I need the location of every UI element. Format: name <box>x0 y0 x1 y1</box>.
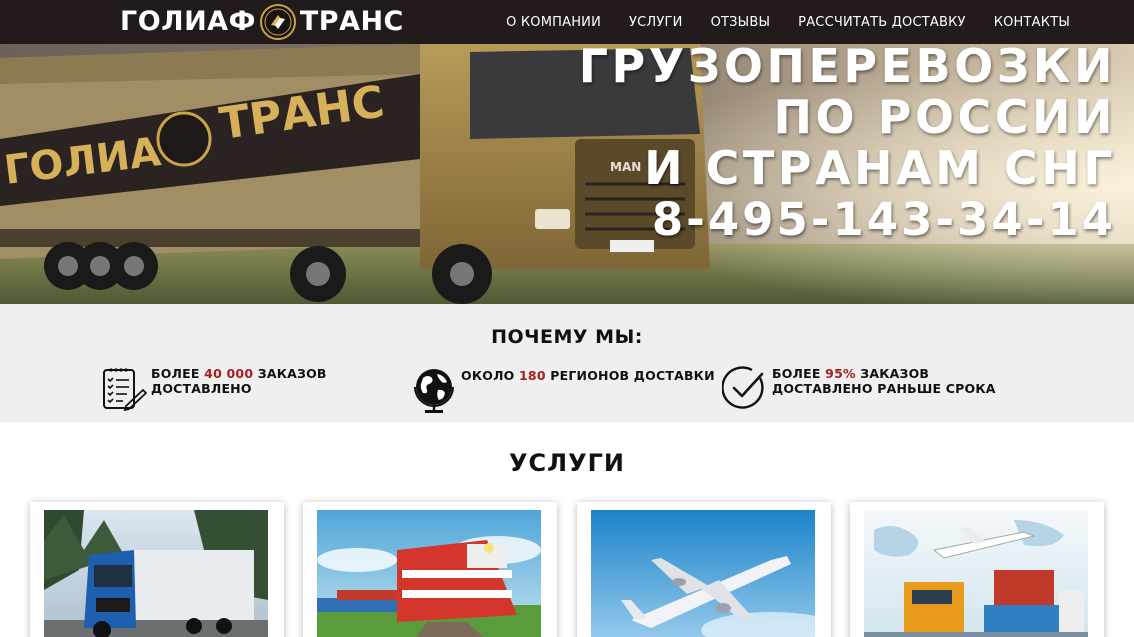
logo-text-left: ГОЛИАФ <box>120 6 256 37</box>
airplane-photo <box>591 510 815 637</box>
globe-icon <box>414 369 454 413</box>
why-us-section: ПОЧЕМУ МЫ: БОЛЕЕ 40 000 ЗАКАЗОВ ДОСТАВЛЕ… <box>0 304 1134 422</box>
site-header: ГОЛИАФ ТРАНС О КОМПАНИИ УСЛУГИ ОТЗЫВЫ РА… <box>0 0 1134 44</box>
hero-headline: ГРУЗОПЕРЕВОЗКИ ПО РОССИИ И СТРАНАМ СНГ 8… <box>579 44 1116 246</box>
main-nav: О КОМПАНИИ УСЛУГИ ОТЗЫВЫ РАССЧИТАТЬ ДОСТ… <box>506 0 1070 44</box>
checklist-icon <box>103 368 147 412</box>
nav-services[interactable]: УСЛУГИ <box>629 15 683 30</box>
feature-orders: БОЛЕЕ 40 000 ЗАКАЗОВ ДОСТАВЛЕНО <box>101 366 327 412</box>
feature-regions-text: ОКОЛО 180 РЕГИОНОВ ДОСТАВКИ <box>461 368 715 383</box>
truck-road-photo <box>44 510 268 637</box>
multimodal-photo <box>864 510 1088 637</box>
nav-calculate-delivery[interactable]: РАССЧИТАТЬ ДОСТАВКУ <box>798 15 966 30</box>
feature-orders-highlight: 40 000 <box>204 366 254 381</box>
service-card-road[interactable] <box>30 502 284 637</box>
feature-regions: ОКОЛО 180 РЕГИОНОВ ДОСТАВКИ <box>413 366 715 414</box>
service-card-air[interactable] <box>577 502 831 637</box>
nav-reviews[interactable]: ОТЗЫВЫ <box>711 15 771 30</box>
hero-line-1: ГРУЗОПЕРЕВОЗКИ <box>578 44 1116 93</box>
feature-early-delivery: БОЛЕЕ 95% ЗАКАЗОВ ДОСТАВЛЕНО РАНЬШЕ СРОК… <box>722 366 996 410</box>
hero-banner: ГОЛИАФ ТРАНС MAN ГРУЗОПЕРЕВОЗКИ ПО РОССИ… <box>0 44 1134 304</box>
nav-contacts[interactable]: КОНТАКТЫ <box>994 15 1070 30</box>
service-card-rail[interactable] <box>303 502 557 637</box>
service-card-multimodal[interactable] <box>850 502 1104 637</box>
nav-about[interactable]: О КОМПАНИИ <box>506 15 601 30</box>
logo-emblem-icon <box>259 4 296 40</box>
hero-line-2: ПО РОССИИ <box>773 90 1116 144</box>
logo-text-right: ТРАНС <box>299 6 404 37</box>
hero-phone[interactable]: 8-495-143-34-14 <box>579 194 1116 246</box>
feature-early-delivery-text: БОЛЕЕ 95% ЗАКАЗОВ ДОСТАВЛЕНО РАНЬШЕ СРОК… <box>772 366 996 396</box>
logo[interactable]: ГОЛИАФ ТРАНС <box>120 4 404 40</box>
why-us-title: ПОЧЕМУ МЫ: <box>491 326 643 348</box>
hero-line-3: И СТРАНАМ СНГ <box>644 141 1116 195</box>
train-photo <box>317 510 541 637</box>
feature-regions-highlight: 180 <box>519 368 546 383</box>
feature-orders-text: БОЛЕЕ 40 000 ЗАКАЗОВ ДОСТАВЛЕНО <box>151 366 327 396</box>
clock-check-icon <box>722 366 764 409</box>
feature-early-delivery-highlight: 95% <box>825 366 856 381</box>
services-title: УСЛУГИ <box>509 449 625 477</box>
